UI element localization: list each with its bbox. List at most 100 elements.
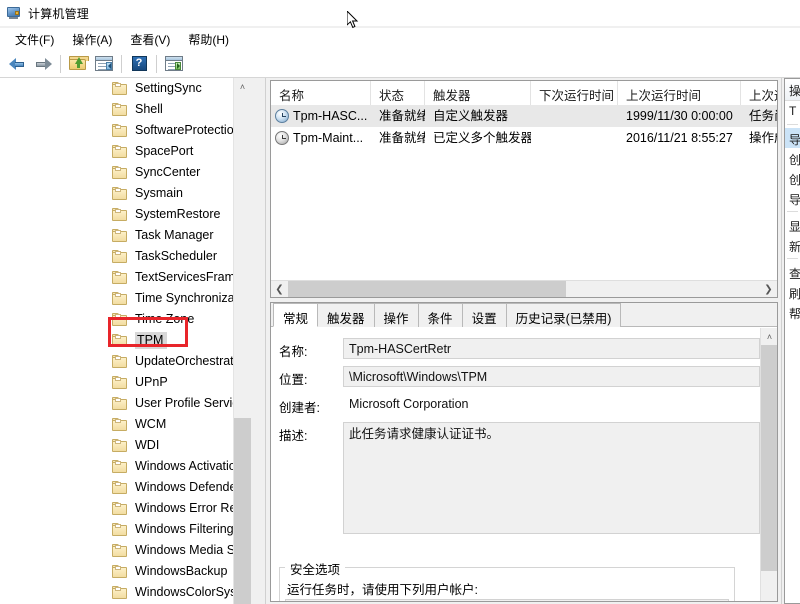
action-item[interactable]: 创 [785,148,800,168]
column-status[interactable]: 状态 [371,81,425,105]
tree-item-time-synchronizat[interactable]: Time Synchronizat [0,288,250,309]
task-row[interactable]: Tpm-Maint... 准备就绪 已定义多个触发器 2016/11/21 8:55:… [271,127,777,149]
clock-blue-icon [275,109,289,123]
tree-item-textservicesframe[interactable]: TextServicesFrame [0,267,250,288]
forward-button[interactable] [30,52,56,76]
action-item[interactable]: 刷 [785,282,800,302]
task-list-horizontal-scrollbar[interactable]: ❮ ❯ [271,280,777,297]
task-list-view: 名称状态触发器下次运行时间上次运行时间上次运 Tpm-HASC... 准备就绪自定… [270,80,778,298]
show-hide-action-pane-button[interactable] [161,52,187,76]
tree-scrollbar-thumb[interactable] [234,418,251,604]
console-tree-pane: SettingSync Shell SoftwareProtection SpaceP… [0,78,268,604]
detail-scrollbar-thumb[interactable] [761,345,777,571]
tree-item-label: Windows Defende [135,480,237,494]
task-cell-triggers: 自定义触发器 [433,109,509,123]
detail-tab-bar: 常规 触发器 操作 条件 设置 历史记录(已禁用) [271,303,777,327]
detail-scroll-up-button[interactable]: ˄ [761,328,777,345]
help-button[interactable]: ? [126,52,152,76]
tree-item-user-profile-servic[interactable]: User Profile Servic [0,393,250,414]
action-item[interactable]: 创 [785,168,800,188]
tree-item-upnp[interactable]: UPnP [0,372,250,393]
action-item[interactable]: 新 [785,235,800,255]
tree-item-spaceport[interactable]: SpacePort [0,141,250,162]
tree-item-label: Time Zone [135,312,195,326]
tree-item-shell[interactable]: Shell [0,99,250,120]
tree-item-tpm[interactable]: TPM [0,330,250,351]
detail-vertical-scrollbar[interactable]: ˄ [760,328,777,601]
tree-item-label: TPM [135,332,168,349]
back-button[interactable] [4,52,30,76]
action-item[interactable]: 导 [785,128,800,148]
action-item[interactable]: T [785,101,800,121]
folder-icon [112,124,128,137]
name-value[interactable]: Tpm-HASCertRetr [343,338,760,359]
hscroll-track[interactable] [288,280,760,297]
tree-item-label: SyncCenter [135,165,201,179]
tree-item-softwareprotection[interactable]: SoftwareProtection [0,120,250,141]
tree-item-windows-media-s[interactable]: Windows Media S [0,540,250,561]
tree-item-wdi[interactable]: WDI [0,435,250,456]
task-cell-last-run-result: 任务尚 [749,109,777,123]
action-item[interactable]: 显 [785,215,800,235]
console-tree: SettingSync Shell SoftwareProtection SpaceP… [0,78,250,604]
tree-item-windows-defende[interactable]: Windows Defende [0,477,250,498]
column-last-run-time[interactable]: 上次运行时间 [618,81,741,105]
column-last-run-result[interactable]: 上次运 [741,81,777,105]
tree-item-wcm[interactable]: WCM [0,414,250,435]
action-item[interactable]: 帮 [785,302,800,322]
column-next-run-time[interactable]: 下次运行时间 [531,81,618,105]
menu-bar: 文件(F) 操作(A) 查看(V) 帮助(H) [0,28,800,50]
task-cell-triggers: 已定义多个触发器 [433,131,531,145]
task-cell-next-run-time [531,127,618,149]
tree-item-windows-filtering[interactable]: Windows Filtering [0,519,250,540]
menu-action[interactable]: 操作(A) [63,29,121,50]
tree-item-synccenter[interactable]: SyncCenter [0,162,250,183]
tree-vertical-scrollbar[interactable]: ˄ [233,78,251,604]
tree-item-taskscheduler[interactable]: TaskScheduler [0,246,250,267]
column-triggers[interactable]: 触发器 [425,81,531,105]
task-cell-last-run-time: 2016/11/21 8:55:27 [626,131,733,145]
action-separator [787,258,798,259]
tree-item-label: Windows Filtering [135,522,234,536]
tree-item-windowsbackup[interactable]: WindowsBackup [0,561,250,582]
tree-item-label: Time Synchronizat [135,291,239,305]
tree-item-systemrestore[interactable]: SystemRestore [0,204,250,225]
menu-view[interactable]: 查看(V) [121,29,179,50]
folder-icon [112,397,128,410]
tree-item-windows-activatio[interactable]: Windows Activatio [0,456,250,477]
hscroll-thumb[interactable] [288,280,566,297]
tree-item-settingsync[interactable]: SettingSync [0,78,250,99]
action-item[interactable]: 导 [785,188,800,208]
tab-triggers[interactable]: 触发器 [317,303,375,327]
tab-history[interactable]: 历史记录(已禁用) [505,303,622,327]
menu-help[interactable]: 帮助(H) [179,29,238,50]
tree-item-updateorchestrato[interactable]: UpdateOrchestrato [0,351,250,372]
description-value[interactable]: 此任务请求健康认证证书。 [343,422,760,534]
task-cell-last-run-time: 1999/11/30 0:00:00 [626,109,733,123]
field-row-author: 创建者: Microsoft Corporation [279,394,760,416]
toolbar-separator-2 [121,54,122,73]
tab-settings[interactable]: 设置 [461,303,507,327]
tree-item-label: WindowsColorSyst [135,585,240,599]
tree-scroll-up-button[interactable]: ˄ [234,78,251,95]
menu-file[interactable]: 文件(F) [6,29,63,50]
column-name[interactable]: 名称 [271,81,371,105]
tree-item-label: Sysmain [135,186,183,200]
action-item[interactable]: 查 [785,262,800,282]
run-as-account-value[interactable] [285,599,729,601]
hscroll-left-button[interactable]: ❮ [271,281,288,298]
tree-item-label: SettingSync [135,81,202,95]
show-hide-console-tree-button[interactable] [91,52,117,76]
tree-item-time-zone[interactable]: Time Zone [0,309,250,330]
tab-actions[interactable]: 操作 [373,303,419,327]
tree-item-sysmain[interactable]: Sysmain [0,183,250,204]
computer-management-window: 计算机管理 文件(F) 操作(A) 查看(V) 帮助(H) ? SettingS… [0,0,800,604]
tab-conditions[interactable]: 条件 [417,303,463,327]
tree-item-windows-error-re[interactable]: Windows Error Re [0,498,250,519]
up-one-level-button[interactable] [65,52,91,76]
tree-item-task-manager[interactable]: Task Manager [0,225,250,246]
tab-general[interactable]: 常规 [273,303,319,327]
tree-item-windowscolorsyst[interactable]: WindowsColorSyst [0,582,250,603]
task-row[interactable]: Tpm-HASC... 准备就绪 自定义触发器 1999/11/30 0:00:00 任… [271,105,777,127]
hscroll-right-button[interactable]: ❯ [760,281,777,298]
